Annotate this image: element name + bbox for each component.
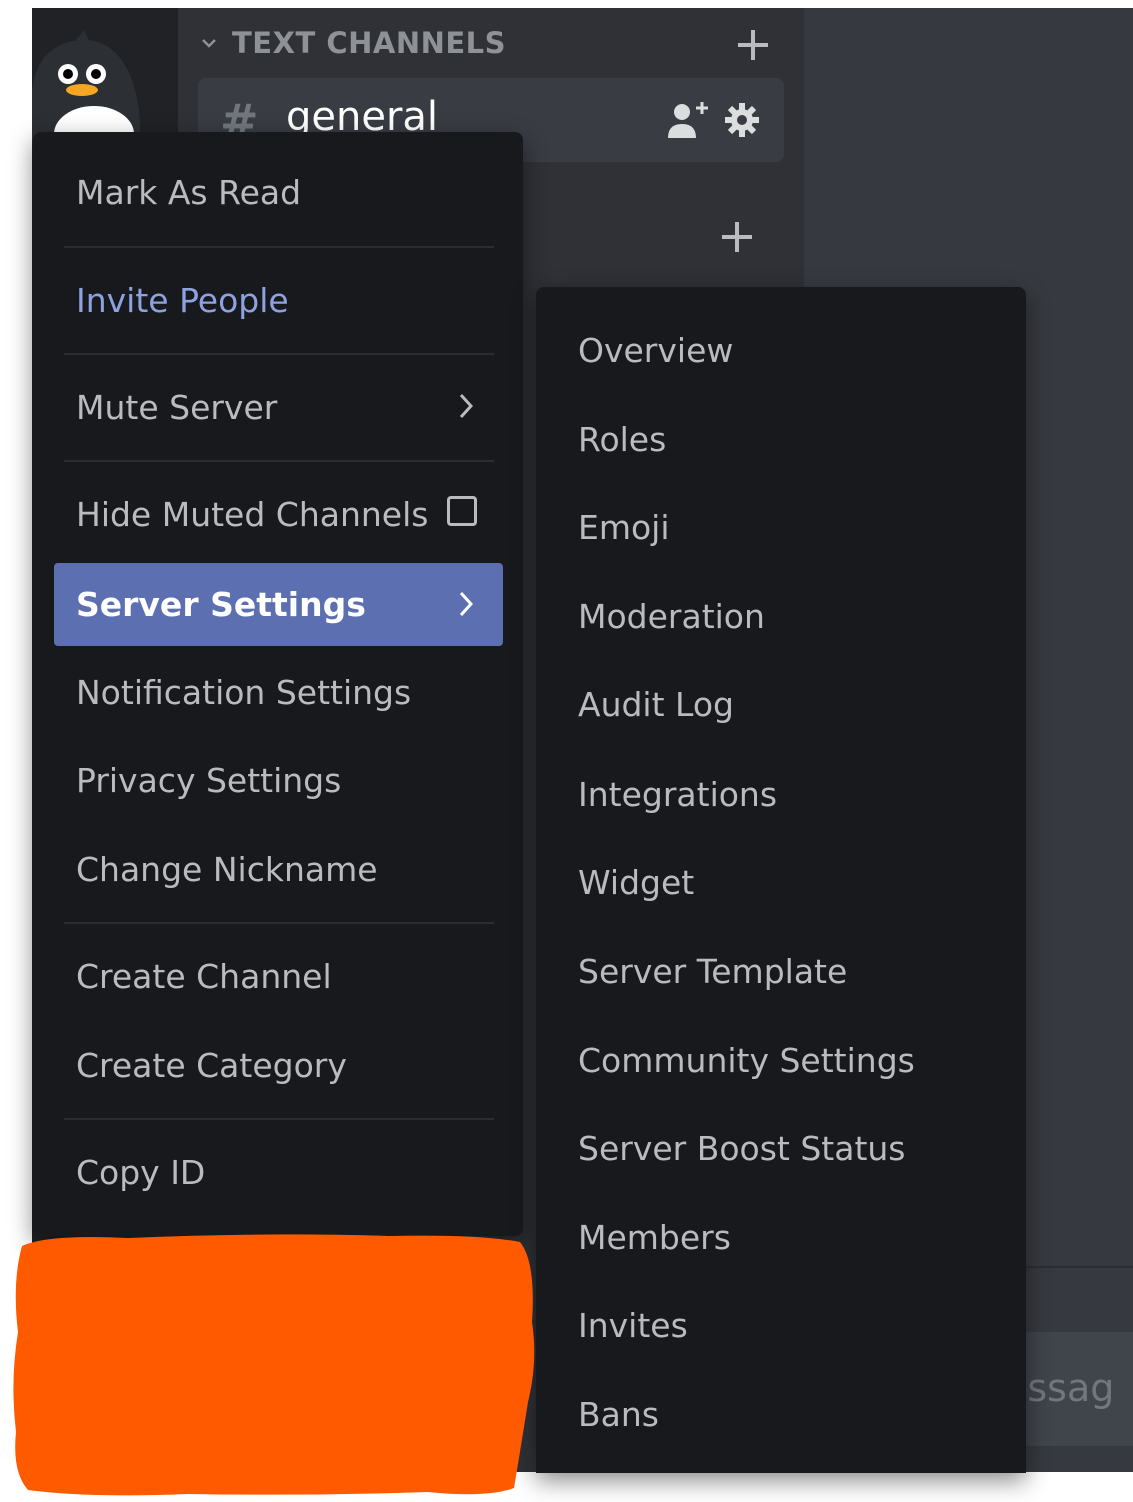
submenu-item-label: Members <box>578 1217 731 1257</box>
menu-item-label: Invite People <box>76 280 289 320</box>
submenu-item-community-settings[interactable]: Community Settings <box>556 1025 1006 1095</box>
submenu-item-bans[interactable]: Bans <box>556 1379 1006 1449</box>
submenu-item-label: Server Template <box>578 951 848 991</box>
submenu-item-members[interactable]: Members <box>556 1202 1006 1272</box>
redaction-scribble <box>13 1234 535 1496</box>
submenu-item-label: Server Boost Status <box>578 1128 906 1168</box>
menu-item-label: Hide Muted Channels <box>76 494 429 534</box>
submenu-item-label: Overview <box>578 330 734 370</box>
category-title: TEXT CHANNELS <box>232 26 507 60</box>
menu-item-mute-server[interactable]: Mute Server <box>54 367 503 447</box>
menu-separator <box>64 1118 494 1120</box>
category-header[interactable]: TEXT CHANNELS <box>190 26 770 66</box>
menu-item-label: Mark As Read <box>76 172 302 212</box>
server-avatar-penguin[interactable] <box>32 30 144 140</box>
menu-item-label: Notification Settings <box>76 672 412 712</box>
menu-item-label: Privacy Settings <box>76 760 342 800</box>
menu-item-create-channel[interactable]: Create Channel <box>54 936 503 1016</box>
submenu-item-emoji[interactable]: Emoji <box>556 492 1006 562</box>
submenu-item-server-boost-status[interactable]: Server Boost Status <box>556 1113 1006 1183</box>
submenu-item-label: Community Settings <box>578 1040 915 1080</box>
menu-item-server-settings[interactable]: Server Settings <box>54 563 503 646</box>
menu-separator <box>64 353 494 355</box>
menu-item-hide-muted-channels[interactable]: Hide Muted Channels <box>54 474 503 554</box>
submenu-item-label: Integrations <box>578 774 778 814</box>
menu-item-mark-as-read[interactable]: Mark As Read <box>54 152 503 232</box>
menu-item-privacy-settings[interactable]: Privacy Settings <box>54 740 503 820</box>
menu-item-copy-id[interactable]: Copy ID <box>54 1132 503 1212</box>
menu-item-label: Create Category <box>76 1045 347 1085</box>
submenu-item-overview[interactable]: Overview <box>556 315 1006 385</box>
menu-separator <box>64 246 494 248</box>
plus-icon[interactable] <box>720 220 754 254</box>
chevron-right-icon <box>459 591 473 617</box>
server-context-menu: Mark As Read Invite People Mute Server H… <box>33 132 523 1236</box>
chevron-right-icon <box>459 393 473 419</box>
submenu-item-server-template[interactable]: Server Template <box>556 936 1006 1006</box>
chevron-down-icon <box>202 39 216 48</box>
submenu-item-label: Bans <box>578 1394 659 1434</box>
submenu-item-label: Roles <box>578 419 667 459</box>
server-settings-submenu: Overview Roles Emoji Moderation Audit Lo… <box>536 287 1026 1473</box>
menu-item-label: Change Nickname <box>76 849 378 889</box>
submenu-item-moderation[interactable]: Moderation <box>556 581 1006 651</box>
menu-item-invite-people[interactable]: Invite People <box>54 260 503 340</box>
menu-item-create-category[interactable]: Create Category <box>54 1025 503 1105</box>
submenu-item-label: Audit Log <box>578 684 734 724</box>
menu-item-label: Create Channel <box>76 956 332 996</box>
menu-item-notification-settings[interactable]: Notification Settings <box>54 652 503 732</box>
menu-item-label: Server Settings <box>76 585 366 624</box>
submenu-item-label: Invites <box>578 1305 688 1345</box>
hide-muted-checkbox[interactable] <box>447 496 477 526</box>
submenu-item-label: Moderation <box>578 596 765 636</box>
submenu-item-invites[interactable]: Invites <box>556 1290 1006 1360</box>
submenu-item-audit-log[interactable]: Audit Log <box>556 669 1006 739</box>
submenu-item-label: Widget <box>578 862 695 902</box>
submenu-item-widget[interactable]: Widget <box>556 847 1006 917</box>
submenu-item-roles[interactable]: Roles <box>556 404 1006 474</box>
menu-item-label: Copy ID <box>76 1152 206 1192</box>
gear-icon[interactable] <box>724 102 760 138</box>
submenu-item-integrations[interactable]: Integrations <box>556 759 1006 829</box>
menu-separator <box>64 460 494 462</box>
menu-item-label: Mute Server <box>76 387 278 427</box>
menu-separator <box>64 922 494 924</box>
submenu-item-label: Emoji <box>578 507 670 547</box>
menu-item-change-nickname[interactable]: Change Nickname <box>54 829 503 909</box>
plus-icon[interactable] <box>736 28 770 62</box>
invite-person-icon[interactable] <box>666 100 710 140</box>
